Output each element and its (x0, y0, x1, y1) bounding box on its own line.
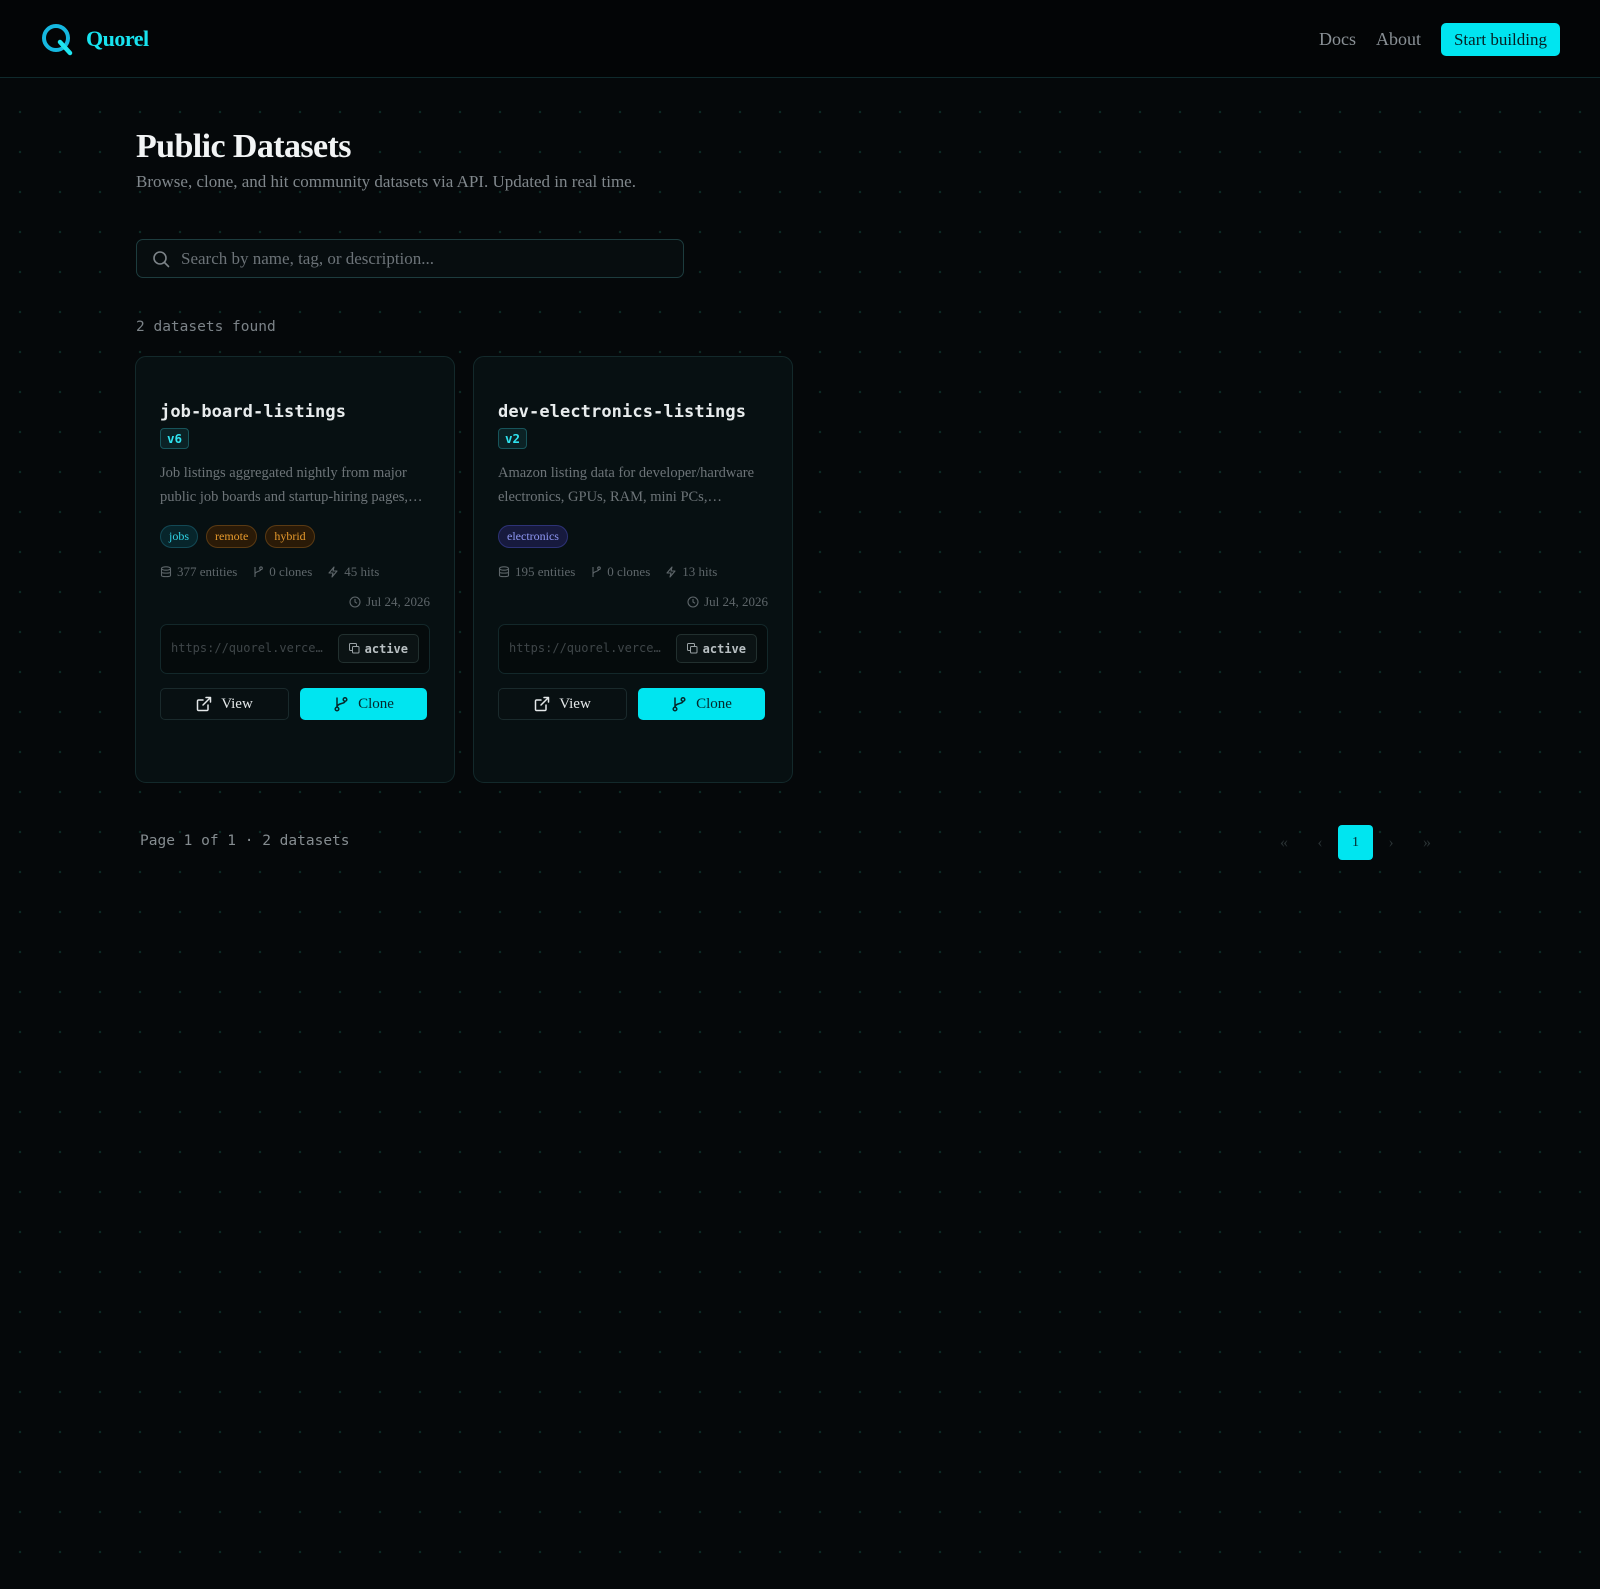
date-text: Jul 24, 2026 (366, 594, 430, 609)
tag-list: jobs remote hybrid (160, 525, 430, 548)
nav-about-link[interactable]: About (1376, 29, 1421, 50)
view-label: View (559, 695, 591, 712)
git-branch-icon (672, 696, 686, 712)
view-label: View (221, 695, 253, 712)
tag-hybrid[interactable]: hybrid (265, 525, 315, 548)
results-count: 2 datasets found (136, 319, 276, 335)
entities-stat: 195 entities (498, 564, 575, 580)
zap-icon (328, 566, 338, 578)
page-title: Public Datasets (136, 128, 351, 165)
version-badge: v6 (160, 428, 190, 449)
search-input[interactable] (181, 240, 676, 277)
entities-stat: 377 entities (160, 564, 237, 580)
pagination-info: Page 1 of 1 · 2 datasets (140, 833, 350, 849)
brand-name: Quorel (86, 26, 149, 51)
external-link-icon (534, 696, 550, 712)
status-label: active (702, 641, 746, 656)
tag-jobs[interactable]: jobs (160, 525, 199, 548)
top-nav: Docs About Start building (1319, 23, 1560, 56)
copy-icon (686, 643, 698, 654)
database-icon (498, 566, 510, 578)
copy-endpoint-button[interactable]: active (675, 634, 757, 663)
git-branch-icon (334, 696, 348, 712)
clone-button[interactable]: Clone (638, 688, 765, 720)
dataset-card[interactable]: job-board-listings v6 Job listings aggre… (135, 356, 455, 783)
entities-count: 195 entities (515, 564, 576, 579)
zap-icon (666, 566, 676, 578)
page-subtitle: Browse, clone, and hit community dataset… (136, 172, 636, 191)
next-page-button[interactable]: › (1373, 825, 1409, 860)
brand[interactable]: Quorel (40, 22, 149, 56)
endpoint-url[interactable]: https://quorel.verce… (509, 641, 664, 655)
dataset-grid: job-board-listings v6 Job listings aggre… (135, 356, 793, 783)
tag-list: electronics (498, 525, 768, 548)
card-actions: View Clone (498, 688, 768, 720)
main-content: Public Datasets Browse, clone, and hit c… (135, 128, 1466, 860)
last-page-button[interactable]: » (1409, 825, 1445, 860)
status-label: active (364, 641, 408, 656)
dataset-stats: 377 entities 0 clones 45 hits (160, 564, 430, 580)
hits-count: 45 hits (344, 564, 380, 579)
start-building-button[interactable]: Start building (1440, 23, 1560, 56)
git-branch-icon (592, 566, 602, 577)
updated-date: Jul 24, 2026 (160, 594, 430, 610)
clones-count: 0 clones (269, 564, 313, 579)
hits-stat: 45 hits (327, 564, 379, 580)
clone-button[interactable]: Clone (300, 688, 427, 720)
first-page-button[interactable]: « (1266, 825, 1302, 860)
q-logo-icon (42, 24, 73, 56)
dataset-stats: 195 entities 0 clones 13 hits (498, 564, 768, 580)
dataset-card[interactable]: dev-electronics-listings v2 Amazon listi… (473, 356, 793, 783)
endpoint-url[interactable]: https://quorel.verce… (171, 641, 326, 655)
clones-stat: 0 clones (590, 564, 650, 580)
search-box[interactable] (136, 239, 684, 278)
clone-label: Clone (358, 695, 394, 712)
date-text: Jul 24, 2026 (704, 594, 768, 609)
dataset-description: Amazon listing data for developer/hardwa… (498, 465, 755, 505)
dataset-name[interactable]: job-board-listings (160, 402, 430, 422)
updated-date: Jul 24, 2026 (498, 594, 768, 610)
dataset-description: Job listings aggregated nightly from maj… (160, 465, 423, 505)
page-1-button[interactable]: 1 (1338, 825, 1373, 860)
hits-count: 13 hits (682, 564, 718, 579)
card-actions: View Clone (160, 688, 430, 720)
copy-icon (348, 643, 360, 654)
tag-remote[interactable]: remote (206, 525, 258, 548)
endpoint-box: https://quorel.verce… active (498, 624, 768, 674)
clone-label: Clone (696, 695, 732, 712)
pagination: « ‹ 1 › » (1266, 825, 1445, 860)
endpoint-box: https://quorel.verce… active (160, 624, 430, 674)
clock-icon (687, 596, 699, 608)
view-button[interactable]: View (498, 688, 627, 720)
clones-count: 0 clones (607, 564, 651, 579)
copy-endpoint-button[interactable]: active (337, 634, 419, 663)
nav-docs-link[interactable]: Docs (1319, 29, 1356, 50)
hits-stat: 13 hits (665, 564, 717, 580)
version-badge: v2 (498, 428, 528, 449)
tag-electronics[interactable]: electronics (498, 525, 568, 548)
clones-stat: 0 clones (252, 564, 312, 580)
view-button[interactable]: View (160, 688, 289, 720)
entities-count: 377 entities (177, 564, 238, 579)
clock-icon (349, 596, 361, 608)
dataset-name[interactable]: dev-electronics-listings (498, 402, 768, 422)
search-icon (153, 251, 170, 268)
database-icon (160, 566, 172, 578)
top-navbar: Quorel Docs About Start building (0, 0, 1600, 78)
prev-page-button[interactable]: ‹ (1302, 825, 1338, 860)
git-branch-icon (254, 566, 264, 577)
external-link-icon (196, 696, 212, 712)
